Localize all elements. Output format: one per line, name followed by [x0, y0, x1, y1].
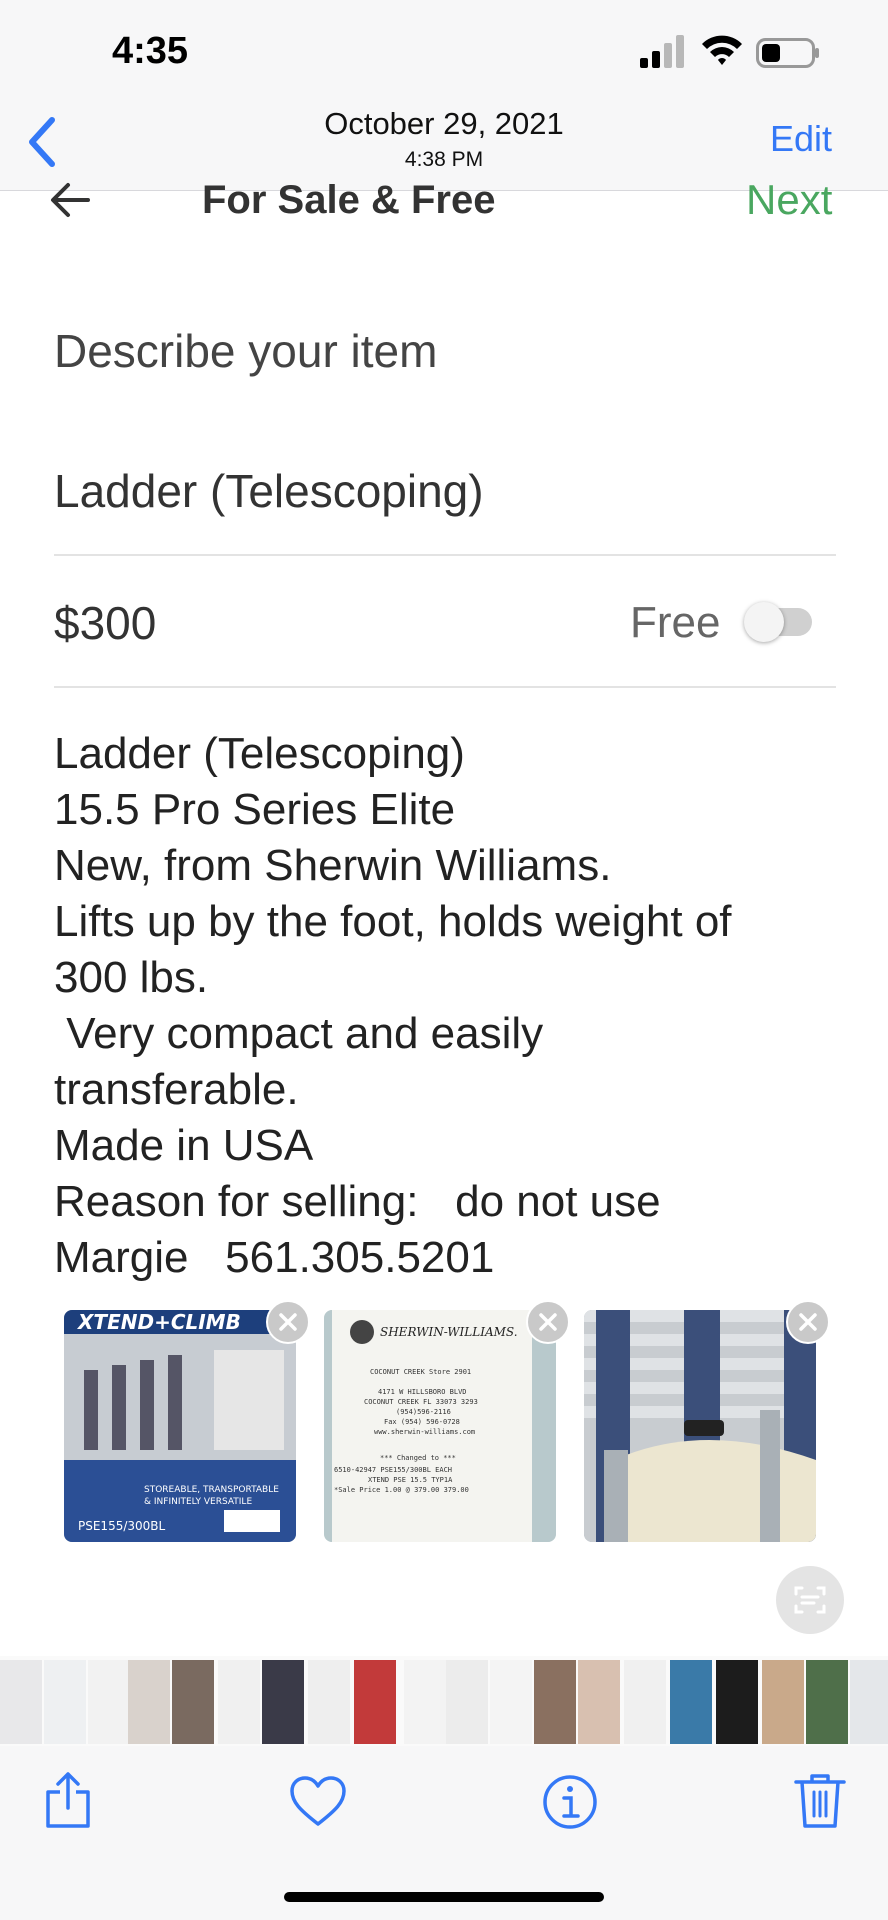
receipt-line: www.sherwin-williams.com — [374, 1428, 475, 1436]
box-brand-text: XTEND+CLIMB — [76, 1310, 241, 1334]
receipt-brand: SHERWIN-WILLIAMS. — [380, 1325, 518, 1339]
filmstrip-thumbnail[interactable] — [218, 1660, 260, 1744]
description-line[interactable]: Margie 561.305.5201 — [54, 1230, 494, 1286]
receipt-line: 4171 W HILLSBORO BLVD — [378, 1388, 467, 1396]
filmstrip-thumbnail[interactable] — [446, 1660, 488, 1744]
status-time: 4:35 — [112, 30, 189, 72]
remove-photo-button[interactable] — [786, 1300, 830, 1344]
filmstrip-thumbnail[interactable] — [0, 1660, 42, 1744]
filmstrip-thumbnail[interactable] — [172, 1660, 214, 1744]
ladder-photo-image — [584, 1310, 816, 1542]
box-model-text: PSE155/300BL — [78, 1519, 166, 1533]
filmstrip-thumbnail[interactable] — [44, 1660, 86, 1744]
back-chevron-icon[interactable] — [26, 116, 58, 168]
next-button[interactable]: Next — [746, 176, 832, 224]
filmstrip-thumbnail[interactable] — [762, 1660, 804, 1744]
photo-time: 4:38 PM — [404, 148, 484, 171]
receipt-line: COCONUT CREEK FL 33073 3293 — [364, 1398, 478, 1406]
filmstrip-thumbnail[interactable] — [624, 1660, 666, 1744]
receipt-line: COCONUT CREEK Store 2901 — [370, 1368, 471, 1376]
receipt-line: *** Changed to *** — [380, 1454, 456, 1462]
edit-button[interactable]: Edit — [770, 118, 832, 160]
filmstrip-thumbnail[interactable] — [354, 1660, 396, 1744]
filmstrip-thumbnail[interactable] — [88, 1660, 130, 1744]
filmstrip-thumbnail[interactable] — [670, 1660, 712, 1744]
favorite-heart-icon[interactable] — [288, 1772, 348, 1832]
receipt-line: Fax (954) 596-0728 — [384, 1418, 460, 1426]
description-line[interactable]: New, from Sherwin Williams. — [54, 838, 611, 894]
filmstrip-thumbnail[interactable] — [262, 1660, 304, 1744]
filmstrip-thumbnail[interactable] — [534, 1660, 576, 1744]
receipt-image: SHERWIN-WILLIAMS. COCONUT CREEK Store 29… — [324, 1310, 556, 1542]
receipt-line: 6510-42947 PSE155/300BL EACH — [334, 1466, 452, 1474]
filmstrip-thumbnail[interactable] — [308, 1660, 350, 1744]
item-title-field[interactable]: Ladder (Telescoping) — [54, 464, 484, 518]
photo-thumbnail[interactable] — [584, 1310, 816, 1542]
cellular-signal-icon — [640, 35, 684, 68]
remove-photo-button[interactable] — [526, 1300, 570, 1344]
wifi-icon — [702, 35, 742, 65]
filmstrip-thumbnail[interactable] — [404, 1660, 446, 1744]
trash-icon[interactable] — [790, 1770, 850, 1830]
home-indicator[interactable] — [284, 1892, 604, 1902]
section-heading: Describe your item — [54, 325, 438, 377]
free-label: Free — [630, 598, 721, 647]
description-line[interactable]: Lifts up by the foot, holds weight of — [54, 894, 732, 950]
live-text-button[interactable] — [776, 1566, 844, 1634]
app-page-title: For Sale & Free — [202, 178, 496, 222]
receipt-line: XTEND PSE 15.5 TYP1A — [368, 1476, 453, 1484]
description-line[interactable]: Ladder (Telescoping) — [54, 726, 465, 782]
close-icon — [279, 1313, 297, 1331]
box-text-line: STOREABLE, TRANSPORTABLE — [144, 1485, 279, 1495]
price-field[interactable]: $300 — [54, 596, 156, 650]
receipt-line: (954)596-2116 — [396, 1408, 451, 1416]
filmstrip-thumbnail[interactable] — [490, 1660, 532, 1744]
filmstrip-thumbnail[interactable] — [850, 1660, 888, 1744]
description-line[interactable]: Made in USA — [54, 1118, 313, 1174]
description-line[interactable]: Very compact and easily — [54, 1006, 543, 1062]
divider — [54, 554, 836, 556]
receipt-line: *Sale Price 1.00 @ 379.00 379.00 — [334, 1486, 469, 1494]
description-line[interactable]: 300 lbs. — [54, 950, 208, 1006]
description-line[interactable]: transferable. — [54, 1062, 299, 1118]
filmstrip-thumbnail[interactable] — [578, 1660, 620, 1744]
share-icon[interactable] — [38, 1770, 98, 1830]
description-line[interactable]: 15.5 Pro Series Elite — [54, 782, 455, 838]
text-scan-icon — [794, 1586, 826, 1614]
description-line[interactable]: Reason for selling: do not use — [54, 1174, 661, 1230]
ladder-box-image: XTEND+CLIMB STOREABLE, TRANSPORTABLE & I… — [64, 1310, 296, 1542]
arrow-left-icon[interactable] — [48, 180, 92, 220]
close-icon — [799, 1313, 817, 1331]
remove-photo-button[interactable] — [266, 1300, 310, 1344]
box-text-line: & INFINITELY VERSATILE — [144, 1497, 252, 1507]
battery-icon — [756, 38, 819, 68]
close-icon — [539, 1313, 557, 1331]
photo-date: October 29, 2021 — [324, 106, 564, 141]
divider — [54, 686, 836, 688]
free-toggle-knob[interactable] — [744, 602, 784, 642]
photo-thumbnail[interactable]: SHERWIN-WILLIAMS. COCONUT CREEK Store 29… — [324, 1310, 556, 1542]
filmstrip-thumbnail[interactable] — [128, 1660, 170, 1744]
info-icon[interactable] — [540, 1772, 600, 1832]
filmstrip-thumbnail[interactable] — [716, 1660, 758, 1744]
filmstrip-thumbnail[interactable] — [806, 1660, 848, 1744]
photo-thumbnail[interactable]: XTEND+CLIMB STOREABLE, TRANSPORTABLE & I… — [64, 1310, 296, 1542]
